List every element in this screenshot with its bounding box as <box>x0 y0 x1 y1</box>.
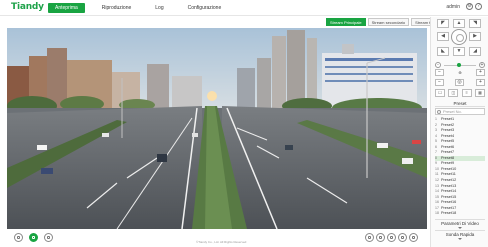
preset-label: Preset9 <box>441 161 455 166</box>
iris-button[interactable]: ◎ <box>455 79 464 86</box>
chevron-down-icon[interactable] <box>458 227 462 229</box>
top-bar: Tiandy Anteprima Riproduzione Log Config… <box>0 0 488 16</box>
fullscreen-icon <box>412 236 415 239</box>
preset-header: Preset <box>435 100 485 107</box>
speed-decrease-icon[interactable]: - <box>435 62 441 68</box>
nav-tab-playback[interactable]: Riproduzione <box>95 3 138 13</box>
focus-far-button[interactable]: + <box>476 79 485 86</box>
preset-label: Preset6 <box>441 144 455 149</box>
ptz-function-row: ☐ ◫ ≡ ▦ <box>435 89 485 97</box>
preset-label: Preset7 <box>441 150 455 155</box>
preset-label: Preset11 <box>441 172 456 177</box>
ptz-up-button[interactable]: ▲ <box>453 19 465 28</box>
ptz-up-left-button[interactable]: ◤ <box>437 19 449 28</box>
preset-list: 1 Preset1 2 Preset2 3 Preset3 4 Preset4 5 Preset5… <box>435 117 485 217</box>
live-video-view[interactable] <box>7 28 427 229</box>
video-frame <box>7 28 427 229</box>
speaker-icon <box>401 236 404 239</box>
ptz-down-left-button[interactable]: ◣ <box>437 47 449 56</box>
main-nav: Anteprima Riproduzione Log Configurazion… <box>48 3 238 13</box>
preset-label: Preset2 <box>441 122 455 127</box>
nav-tab-log[interactable]: Log <box>148 3 170 13</box>
preset-label: Preset1 <box>441 117 455 121</box>
stream-sub-button[interactable]: Stream secondario <box>367 18 410 26</box>
play-stop-button[interactable] <box>29 233 38 242</box>
stream-main-button[interactable]: Stream Principale <box>326 18 366 26</box>
ratio-icon <box>47 236 50 239</box>
preset-label: Preset17 <box>441 205 457 210</box>
ptz-panel: ◤ ▲ ◥ ◀ ▶ ◣ ▼ ◢ - + − ⊕ + − ◎ + ☐ ◫ ≡ ▦ … <box>430 17 488 247</box>
preset-label: Preset13 <box>441 183 457 188</box>
zoom-out-button[interactable]: − <box>435 69 444 76</box>
preset-label: Preset15 <box>441 194 457 199</box>
preset-label: Preset3 <box>441 128 455 133</box>
zoom-button[interactable] <box>387 233 396 242</box>
brand-logo: Tiandy <box>11 2 44 12</box>
ptz-auto-button[interactable] <box>451 29 467 45</box>
light-icon[interactable]: ☐ <box>435 89 445 97</box>
stop-icon <box>32 236 35 239</box>
preset-search-placeholder: Preset No. <box>443 109 462 114</box>
focus-near-button[interactable]: − <box>435 79 444 86</box>
ptz-speed-slider[interactable]: - + <box>435 62 485 68</box>
ptz-down-right-button[interactable]: ◢ <box>469 47 481 56</box>
playback-toolbar <box>0 230 430 247</box>
speed-knob[interactable] <box>457 63 461 67</box>
preset-label: Preset8 <box>441 155 455 160</box>
search-icon <box>437 110 441 114</box>
preset-label: Preset12 <box>441 178 457 183</box>
ptz-direction-pad: ◤ ▲ ◥ ◀ ▶ ◣ ▼ ◢ <box>436 19 482 61</box>
camera-icon <box>368 236 371 239</box>
help-icon[interactable]: ? <box>475 3 482 10</box>
ptz-left-button[interactable]: ◀ <box>437 32 449 41</box>
ptz-down-button[interactable]: ▼ <box>453 47 465 56</box>
menu-icon[interactable]: ≡ <box>461 89 472 97</box>
preset-label: Preset14 <box>441 189 457 194</box>
preset-number: 18 <box>435 211 439 216</box>
zoom-icon <box>390 236 393 239</box>
zoom-in-button[interactable]: + <box>476 69 485 76</box>
ptz-up-right-button[interactable]: ◥ <box>469 19 481 28</box>
record-button[interactable] <box>376 233 385 242</box>
preset-search-input[interactable]: Preset No. <box>435 108 485 115</box>
record-icon <box>379 236 382 239</box>
preset-label: Preset5 <box>441 139 455 144</box>
user-area: admin ⚙ ? <box>446 3 482 10</box>
chevron-down-icon[interactable] <box>458 238 462 240</box>
fullscreen-button[interactable] <box>409 233 418 242</box>
preset-label: Preset4 <box>441 133 455 138</box>
window-mode-button[interactable] <box>14 233 23 242</box>
quick-probe-button[interactable]: Sonda Rapida <box>435 230 485 237</box>
wiper-icon[interactable]: ◫ <box>448 89 459 97</box>
settings-icon[interactable]: ⚙ <box>466 3 473 10</box>
video-params-button[interactable]: Parametri Di Video <box>435 219 485 226</box>
nav-tab-preview[interactable]: Anteprima <box>48 3 85 13</box>
ptz-right-button[interactable]: ▶ <box>469 32 481 41</box>
zoom-label: ⊕ <box>458 70 462 75</box>
toolbar-left <box>14 233 59 242</box>
snapshot-button[interactable] <box>365 233 374 242</box>
aspect-ratio-button[interactable] <box>44 233 53 242</box>
audio-button[interactable] <box>398 233 407 242</box>
speed-increase-icon[interactable]: + <box>479 62 485 68</box>
nav-tab-configuration[interactable]: Configurazione <box>181 3 229 13</box>
preset-label: Preset16 <box>441 200 457 205</box>
window-icon <box>17 236 20 239</box>
preset-label: Preset10 <box>441 166 457 171</box>
username[interactable]: admin <box>446 4 460 10</box>
zoom-row: − ⊕ + <box>435 69 485 76</box>
copyright-text: ©Tiandy Co., Ltd. All Rights Reserved <box>196 240 247 244</box>
toolbar-right <box>365 233 420 242</box>
preset-label: Preset18 <box>441 211 457 216</box>
grid-icon[interactable]: ▦ <box>474 89 485 97</box>
preset-item[interactable]: 18 Preset18 <box>435 211 485 217</box>
focus-row: − ◎ + <box>435 79 485 86</box>
